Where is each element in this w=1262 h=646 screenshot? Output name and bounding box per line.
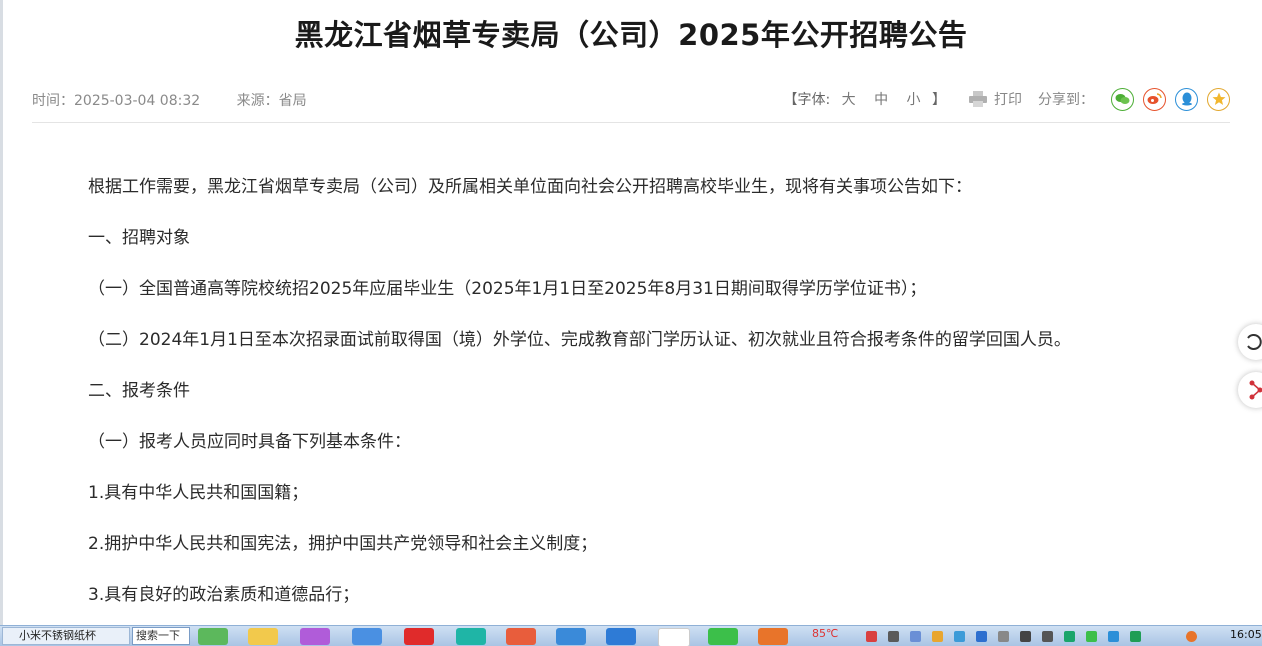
refresh-icon	[1238, 324, 1262, 360]
qzone-icon	[1212, 92, 1226, 106]
taskbar-search-box[interactable]: 搜索一下	[132, 627, 190, 645]
arrow-icon[interactable]	[606, 628, 636, 645]
floating-share-button[interactable]	[1238, 372, 1262, 408]
list-item: 2.拥护中华人民共和国宪法，拥护中国共产党领导和社会主义制度；	[88, 533, 1198, 584]
font-size-control: 【字体: 大 中 小 】	[783, 89, 946, 109]
wechat-icon	[1115, 93, 1130, 105]
office-icon[interactable]	[506, 628, 536, 645]
weibo-share-button[interactable]	[1143, 88, 1166, 111]
browser-icon[interactable]	[198, 628, 228, 645]
tray-icon[interactable]	[998, 631, 1009, 642]
tray-icon[interactable]	[1108, 631, 1119, 642]
music-icon[interactable]	[404, 628, 434, 645]
page-title: 黑龙江省烟草专卖局（公司）2025年公开招聘公告	[0, 12, 1262, 54]
tray-icon[interactable]	[954, 631, 965, 642]
volume-icon[interactable]	[1042, 631, 1053, 642]
font-label: 【字体:	[783, 92, 830, 108]
tray-icon[interactable]	[932, 631, 943, 642]
print-button[interactable]: 打印	[968, 89, 1022, 109]
wechat-share-button[interactable]	[1111, 88, 1134, 111]
list-item: 1.具有中华人民共和国国籍；	[88, 482, 1198, 533]
share-label: 分享到：	[1038, 89, 1094, 109]
app-icon[interactable]	[300, 628, 330, 645]
share-network-icon	[1238, 372, 1262, 408]
paragraph: （二）2024年1月1日至本次招录面试前取得国（境）外学位、完成教育部门学历认证…	[88, 329, 1198, 380]
floating-refresh-button[interactable]	[1238, 324, 1262, 360]
taskbar-search-label: 搜索一下	[136, 629, 180, 642]
tray-icon[interactable]	[888, 631, 899, 642]
tray-icon[interactable]	[866, 631, 877, 642]
paragraph: 根据工作需要，黑龙江省烟草专卖局（公司）及所属相关单位面向社会公开招聘高校毕业生…	[88, 176, 1198, 227]
article-page: 黑龙江省烟草专卖局（公司）2025年公开招聘公告 时间：2025-03-04 0…	[0, 0, 1262, 625]
font-label-close: 】	[932, 92, 946, 108]
app-icon[interactable]	[456, 628, 486, 645]
input-method-icon[interactable]	[758, 628, 788, 645]
network-icon[interactable]	[1020, 631, 1031, 642]
publish-time: 时间：2025-03-04 08:32	[32, 93, 200, 109]
qzone-share-button[interactable]	[1207, 88, 1230, 111]
article-tools: 【字体: 大 中 小 】 打印 分享到：	[783, 88, 1230, 110]
tray-icon[interactable]	[1064, 631, 1075, 642]
section-heading: 二、报考条件	[88, 380, 1198, 431]
wechat-icon[interactable]	[708, 628, 738, 645]
article-body: 根据工作需要，黑龙江省烟草专卖局（公司）及所属相关单位面向社会公开招聘高校毕业生…	[88, 176, 1198, 635]
section-heading: 一、招聘对象	[88, 227, 1198, 278]
print-label: 打印	[994, 89, 1022, 109]
tray-icon[interactable]	[976, 631, 987, 642]
paragraph: （一）全国普通高等院校统招2025年应届毕业生（2025年1月1日至2025年8…	[88, 278, 1198, 329]
qq-icon	[1181, 92, 1193, 106]
temperature-indicator: 85℃	[812, 627, 838, 640]
font-small-button[interactable]: 小	[907, 92, 921, 108]
header-divider	[32, 122, 1230, 123]
app-icon[interactable]	[352, 628, 382, 645]
tray-icon[interactable]	[1186, 631, 1197, 642]
article-source: 来源：省局	[237, 93, 307, 109]
article-meta: 时间：2025-03-04 08:32 来源：省局 【字体: 大 中 小 】 打…	[32, 88, 1230, 110]
taskbar: 小米不锈钢纸杯 搜索一下 85℃ 16:05	[0, 625, 1262, 646]
window-left-border	[0, 0, 3, 625]
printer-icon	[968, 91, 988, 107]
clock: 16:05	[1230, 628, 1262, 641]
qq-share-button[interactable]	[1175, 88, 1198, 111]
font-large-button[interactable]: 大	[842, 92, 856, 108]
tray-icon[interactable]	[1086, 631, 1097, 642]
taskbar-task-item[interactable]: 小米不锈钢纸杯	[2, 627, 130, 645]
weibo-icon	[1147, 93, 1162, 105]
font-medium-button[interactable]: 中	[874, 92, 888, 108]
tray-icon[interactable]	[1130, 631, 1141, 642]
taskbar-task-label: 小米不锈钢纸杯	[19, 629, 96, 642]
tray-icon[interactable]	[910, 631, 921, 642]
app-icon[interactable]	[658, 628, 690, 646]
folder-icon[interactable]	[248, 628, 278, 645]
paragraph: （一）报考人员应同时具备下列基本条件：	[88, 431, 1198, 482]
globe-icon[interactable]	[556, 628, 586, 645]
meta-info: 时间：2025-03-04 08:32 来源：省局	[32, 90, 339, 110]
